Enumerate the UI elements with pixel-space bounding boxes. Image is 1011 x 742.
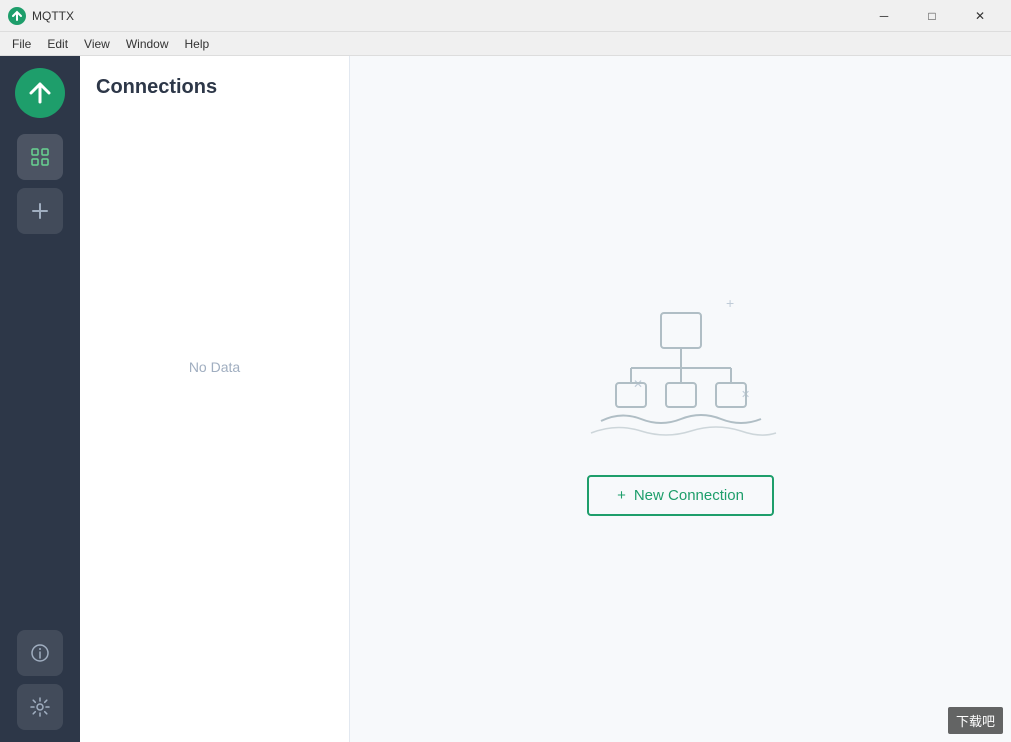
add-connection-btn[interactable] bbox=[17, 188, 63, 234]
menu-window[interactable]: Window bbox=[118, 32, 177, 55]
no-data-label: No Data bbox=[96, 359, 333, 375]
sidebar bbox=[0, 56, 80, 742]
close-button[interactable]: ✕ bbox=[957, 0, 1003, 32]
main-content: + ✕ ✕ bbox=[350, 56, 1011, 742]
menu-bar: File Edit View Window Help bbox=[0, 32, 1011, 56]
menu-edit[interactable]: Edit bbox=[39, 32, 76, 55]
left-panel: Connections No Data bbox=[80, 56, 350, 742]
plus-icon bbox=[29, 200, 51, 222]
sidebar-logo[interactable] bbox=[15, 68, 65, 118]
watermark: 下载吧 bbox=[948, 707, 1003, 734]
app-container: Connections No Data + ✕ ✕ bbox=[0, 56, 1011, 742]
svg-text:+: + bbox=[726, 295, 734, 311]
minimize-button[interactable]: ─ bbox=[861, 0, 907, 32]
panel-title: Connections bbox=[96, 76, 333, 99]
watermark-text: 下载吧 bbox=[956, 714, 995, 729]
app-logo-svg bbox=[11, 10, 23, 22]
settings-icon bbox=[29, 696, 51, 718]
plus-prefix-icon: + bbox=[617, 487, 626, 504]
menu-view[interactable]: View bbox=[76, 32, 118, 55]
logo-icon bbox=[26, 79, 54, 107]
info-btn[interactable] bbox=[17, 630, 63, 676]
app-icon bbox=[8, 7, 26, 25]
title-bar: MQTTX ─ □ ✕ bbox=[0, 0, 1011, 32]
new-connection-label: New Connection bbox=[634, 487, 744, 504]
settings-btn[interactable] bbox=[17, 684, 63, 730]
connections-nav-btn[interactable] bbox=[17, 134, 63, 180]
menu-help[interactable]: Help bbox=[177, 32, 218, 55]
connections-icon bbox=[29, 146, 51, 168]
window-controls: ─ □ ✕ bbox=[861, 0, 1003, 32]
info-icon bbox=[29, 642, 51, 664]
menu-file[interactable]: File bbox=[4, 32, 39, 55]
network-illustration: + ✕ ✕ bbox=[571, 283, 791, 443]
new-connection-button[interactable]: + New Connection bbox=[587, 475, 774, 516]
empty-illustration: + ✕ ✕ bbox=[571, 283, 791, 443]
app-title: MQTTX bbox=[32, 9, 74, 23]
maximize-button[interactable]: □ bbox=[909, 0, 955, 32]
empty-state: + ✕ ✕ bbox=[571, 283, 791, 516]
